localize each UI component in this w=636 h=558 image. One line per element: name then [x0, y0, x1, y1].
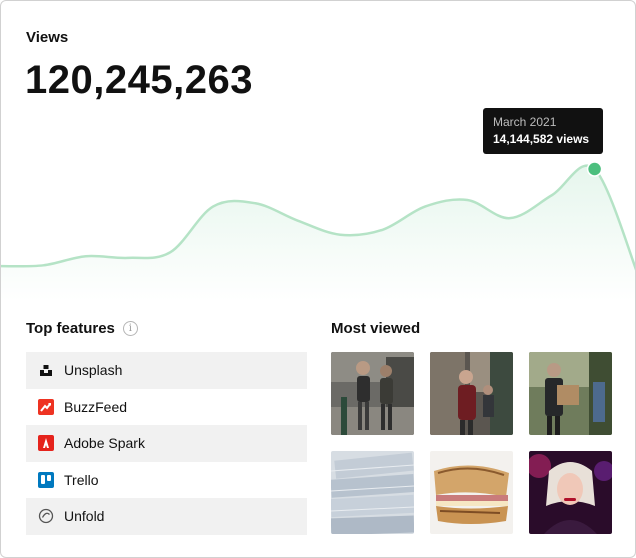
views-label: Views	[26, 29, 69, 46]
top-features-title: Top features i	[26, 320, 138, 337]
feature-label: BuzzFeed	[64, 398, 128, 415]
photo-grilled-sandwich[interactable]	[430, 451, 513, 534]
chart-tooltip: March 2021 14,144,582 views	[483, 108, 603, 154]
tooltip-views: 14,144,582 views	[493, 132, 590, 146]
photo-masked-man-carrying-box[interactable]	[529, 352, 612, 435]
photo-face-masks-stack[interactable]	[331, 451, 414, 534]
photo-woman-neon-costume[interactable]	[529, 451, 612, 534]
feature-label: Adobe Spark	[64, 435, 145, 452]
unfold-icon	[38, 508, 54, 524]
unsplash-icon	[38, 362, 54, 378]
info-icon[interactable]: i	[122, 321, 138, 336]
adobe-spark-icon	[38, 435, 54, 452]
most-viewed-grid	[331, 352, 612, 534]
trello-icon	[38, 471, 54, 488]
views-area	[1, 165, 635, 301]
feature-label: Unsplash	[64, 362, 123, 379]
buzzfeed-icon	[38, 398, 54, 415]
feature-label: Unfold	[64, 508, 105, 525]
tooltip-month: March 2021	[493, 115, 557, 129]
feature-item-adobe-spark[interactable]: Adobe Spark	[26, 425, 307, 462]
photo-masked-people-street[interactable]	[430, 352, 513, 435]
peak-point[interactable]	[586, 161, 603, 177]
feature-list: Unsplash BuzzFeed Adobe Spark Trello Unf…	[26, 352, 307, 535]
feature-item-buzzfeed[interactable]: BuzzFeed	[26, 389, 307, 426]
most-viewed-title: Most viewed	[331, 320, 421, 337]
photo-masked-men-walking[interactable]	[331, 352, 414, 435]
feature-item-unsplash[interactable]: Unsplash	[26, 352, 307, 389]
top-features-label: Top features	[26, 320, 115, 337]
stats-card: Views 120,245,263 March 2021 14,144,582 …	[0, 0, 636, 558]
feature-item-trello[interactable]: Trello	[26, 462, 307, 499]
views-total: 120,245,263	[25, 58, 253, 102]
feature-label: Trello	[64, 471, 99, 488]
feature-item-unfold[interactable]: Unfold	[26, 498, 307, 535]
